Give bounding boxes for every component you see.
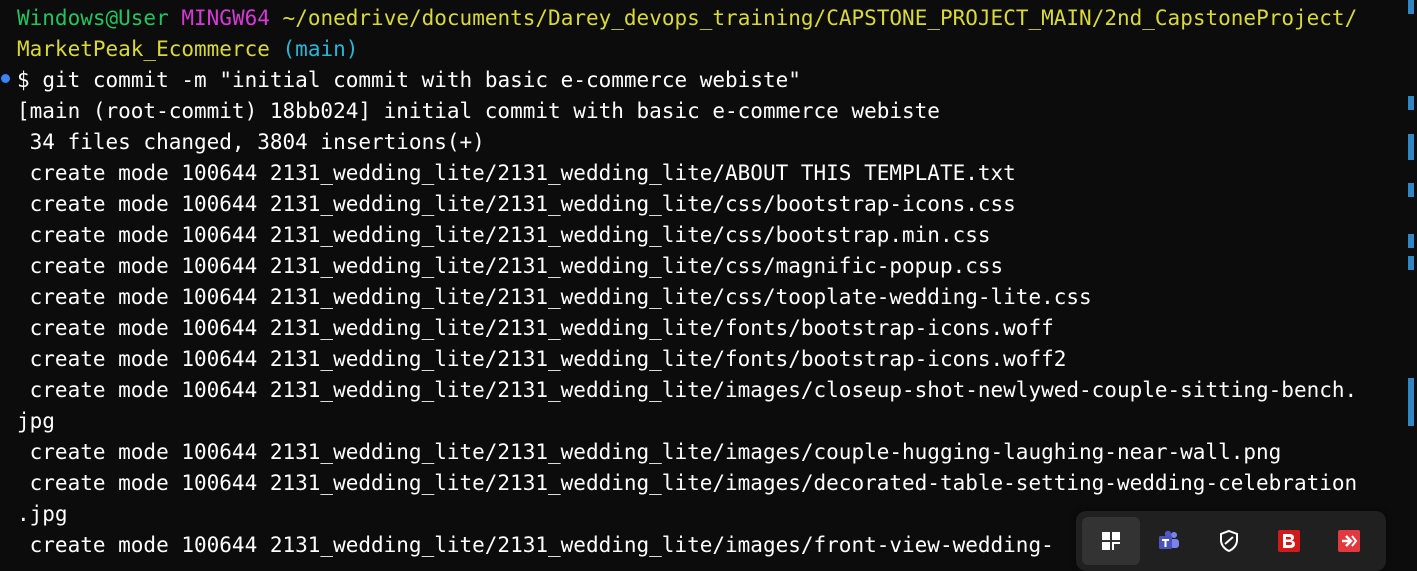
output-line: create mode 100644 2131_wedding_lite/213… xyxy=(17,378,1358,402)
prompt-user-host: Windows@User xyxy=(17,6,169,30)
remote-button[interactable] xyxy=(1320,517,1378,565)
remote-icon xyxy=(1338,530,1360,552)
prompt-path: ~/onedrive/documents/Darey_devops_traini… xyxy=(282,6,1358,30)
output-line: create mode 100644 2131_wedding_lite/213… xyxy=(17,347,1067,371)
teams-button[interactable] xyxy=(1140,517,1198,565)
terminal-output[interactable]: Windows@User MINGW64 ~/onedrive/document… xyxy=(17,3,1395,561)
window-snap-button[interactable] xyxy=(1082,517,1140,565)
command-line: $ git commit -m "initial commit with bas… xyxy=(17,65,1395,96)
shield-icon xyxy=(1220,529,1238,553)
scrollbar-marks[interactable] xyxy=(1408,0,1414,562)
commit-line: [main (root-commit) 18bb024] initial com… xyxy=(17,99,940,123)
output-line: create mode 100644 2131_wedding_lite/213… xyxy=(17,316,1054,340)
output-line: create mode 100644 2131_wedding_lite/213… xyxy=(17,192,1016,216)
teams-icon xyxy=(1159,530,1179,549)
prompt-branch: (main) xyxy=(282,37,359,61)
output-line: create mode 100644 2131_wedding_lite/213… xyxy=(17,161,1016,185)
app-b-button[interactable] xyxy=(1260,517,1318,565)
output-line: create mode 100644 2131_wedding_lite/213… xyxy=(17,254,1004,278)
command-text: git commit -m "initial commit with basic… xyxy=(42,68,801,92)
output-line: create mode 100644 2131_wedding_lite/213… xyxy=(17,471,1358,495)
prompt-line-cont: MarketPeak_Ecommerce (main) xyxy=(17,34,1395,65)
security-button[interactable] xyxy=(1200,517,1258,565)
output-line: create mode 100644 2131_wedding_lite/213… xyxy=(17,440,1282,464)
prompt-path-cont: MarketPeak_Ecommerce xyxy=(17,37,270,61)
output-line: jpg xyxy=(17,409,55,433)
app-b-icon xyxy=(1278,530,1300,552)
taskbar-overflow-tray xyxy=(1076,511,1386,571)
prompt-line: Windows@User MINGW64 ~/onedrive/document… xyxy=(17,3,1395,34)
output-line: create mode 100644 2131_wedding_lite/213… xyxy=(17,285,1092,309)
window-snap-icon xyxy=(1102,532,1120,550)
output-line: create mode 100644 2131_wedding_lite/213… xyxy=(17,223,991,247)
command-decoration-dot xyxy=(1,74,10,83)
prompt-symbol: $ xyxy=(17,68,30,92)
prompt-env: MINGW64 xyxy=(181,6,270,30)
summary-line: 34 files changed, 3804 insertions(+) xyxy=(17,130,485,154)
